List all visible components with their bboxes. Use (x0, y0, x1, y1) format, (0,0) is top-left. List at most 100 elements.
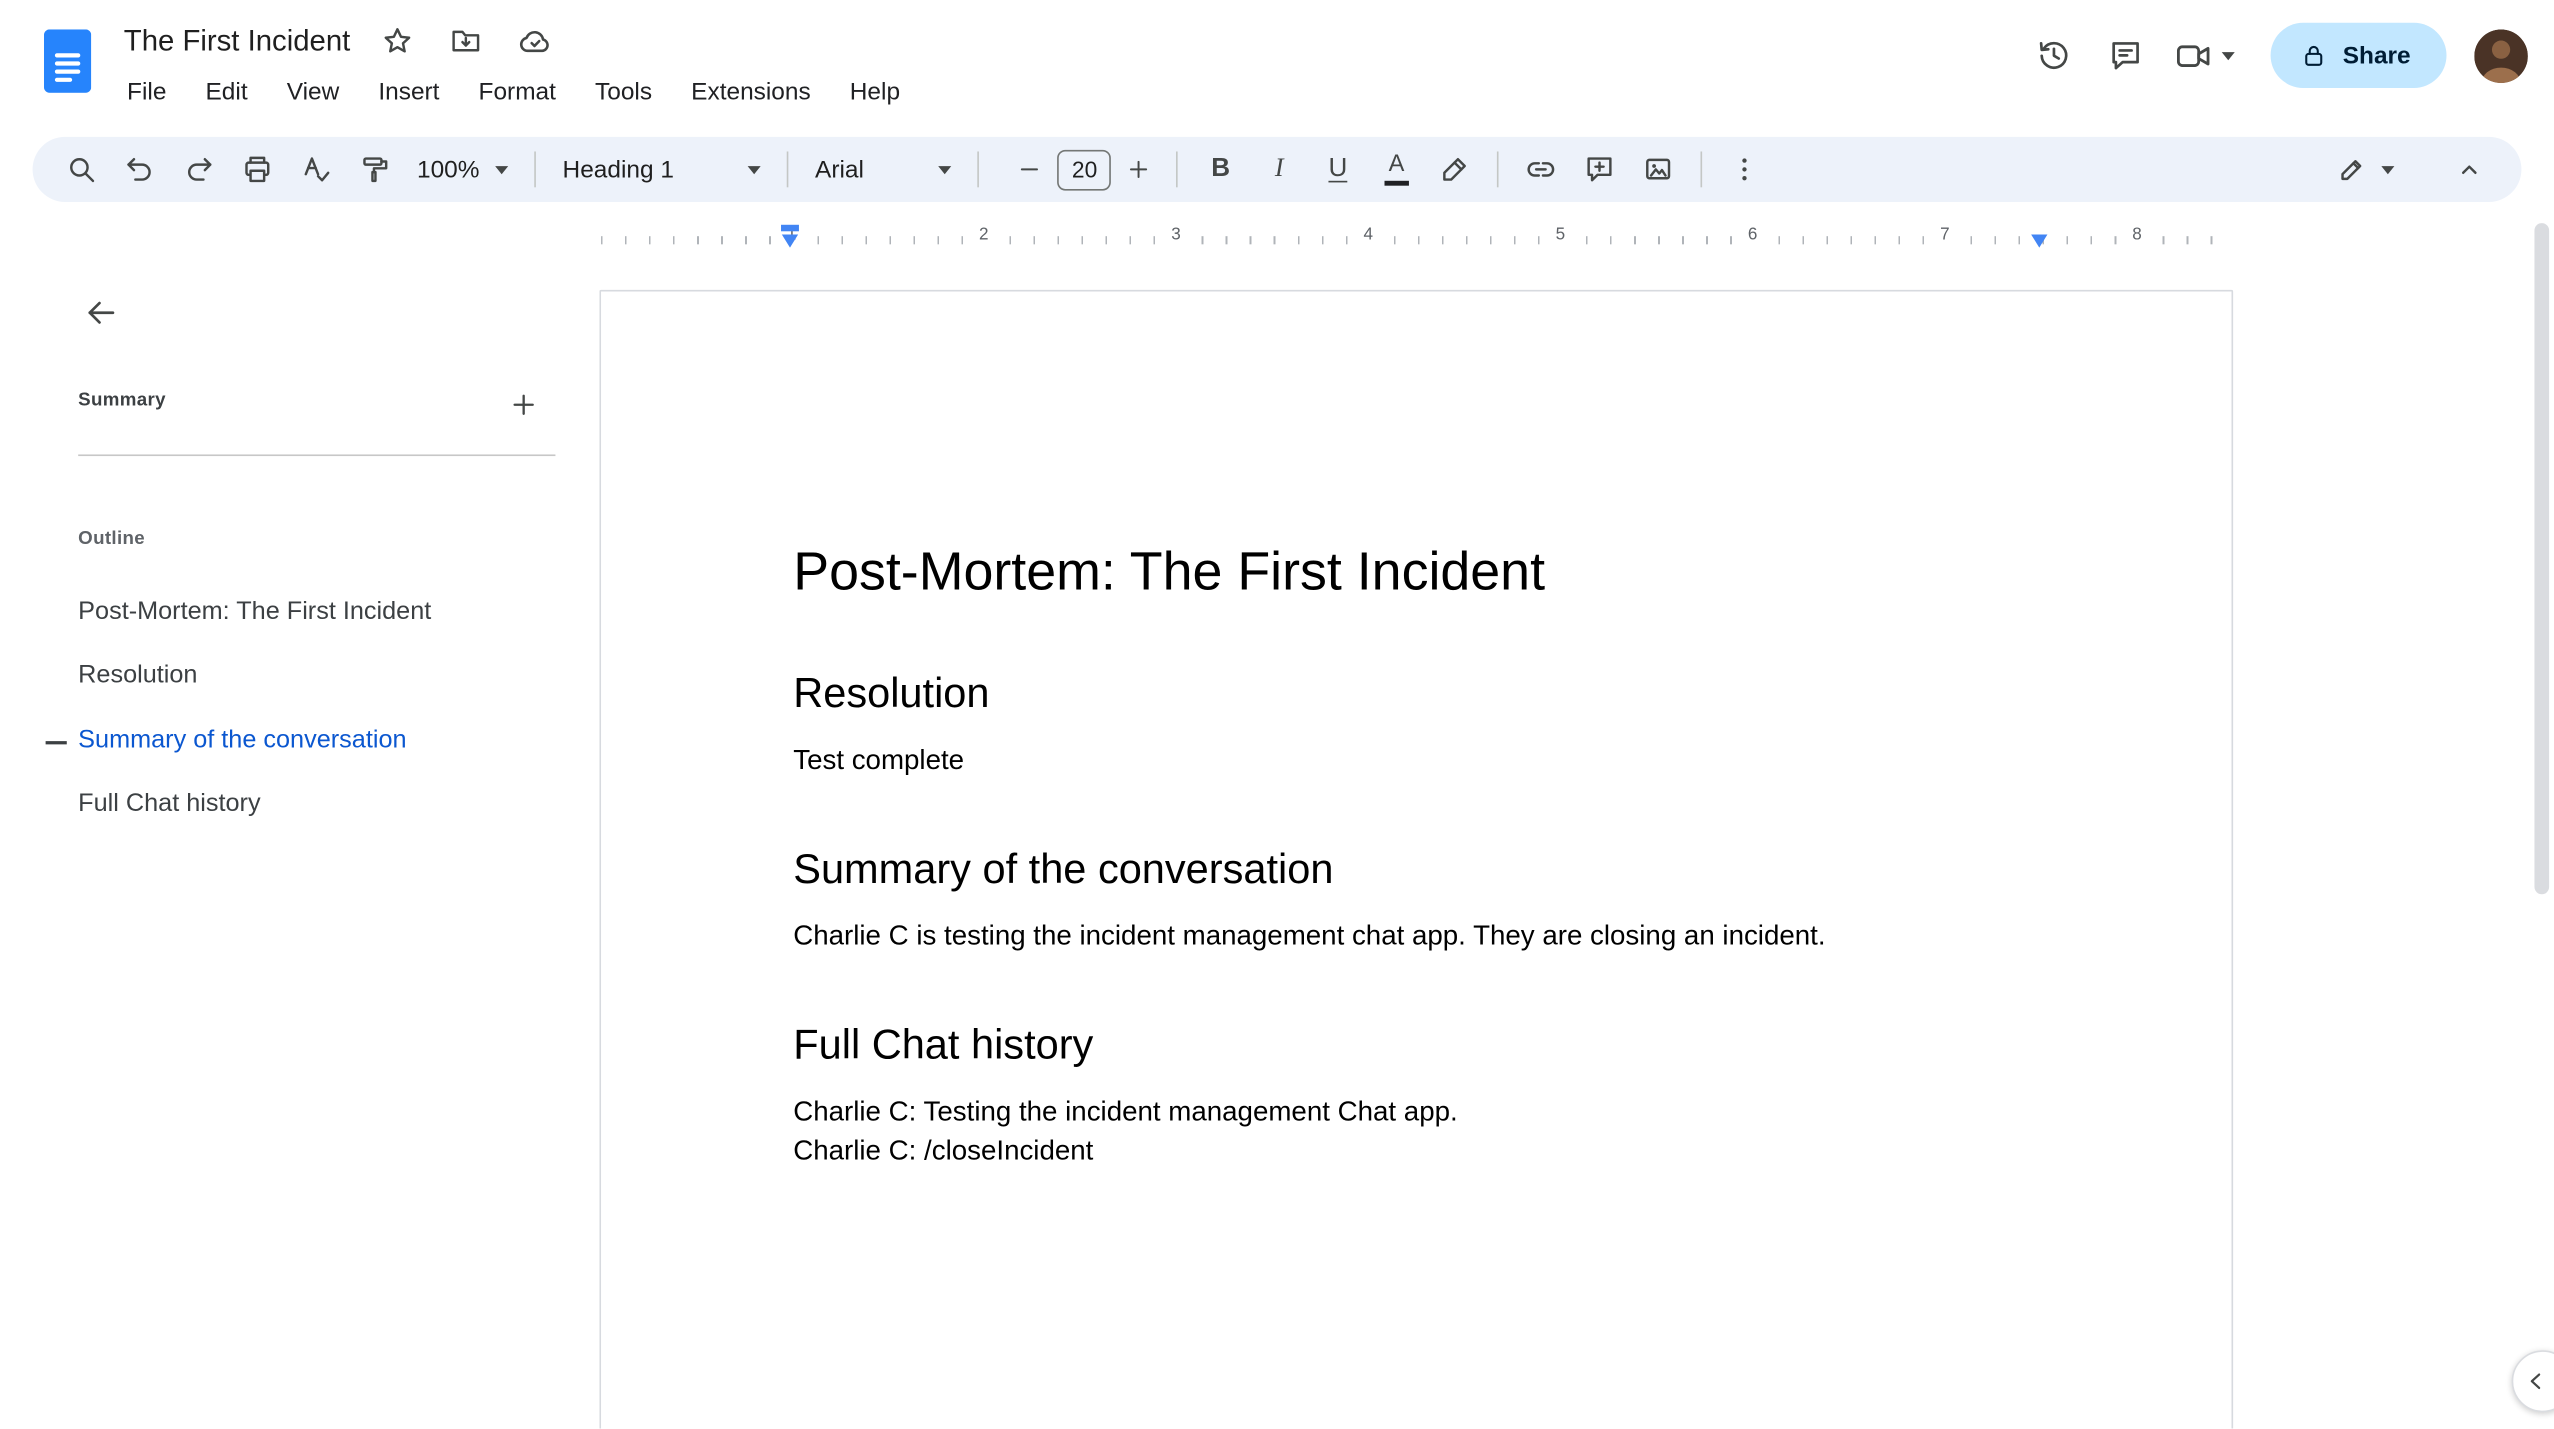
toolbar-divider (977, 151, 980, 188)
menubar: File Edit View Insert Format Tools Exten… (108, 72, 920, 114)
zoom-select[interactable]: 100% (404, 143, 522, 195)
collapse-menus-icon[interactable] (2440, 143, 2499, 195)
doc-paragraph[interactable]: Test complete (793, 741, 2039, 780)
version-history-icon[interactable] (2019, 23, 2091, 88)
current-section-marker (45, 740, 67, 744)
document-page[interactable]: Post-Mortem: The First Incident Resoluti… (599, 289, 2234, 1429)
outline-item-active[interactable]: Summary of the conversation (45, 709, 567, 773)
spellcheck-icon[interactable] (287, 143, 346, 195)
move-folder-icon[interactable] (445, 20, 487, 62)
ruler-number: 7 (1935, 223, 1955, 248)
paint-format-icon[interactable] (345, 143, 404, 195)
topbar: The First Incident File Edit View Insert… (0, 0, 2554, 137)
cloud-saved-icon[interactable] (513, 20, 555, 62)
menu-file[interactable]: File (108, 72, 186, 114)
document-title[interactable]: The First Incident (124, 24, 351, 58)
chevron-down-icon (938, 165, 952, 174)
menu-insert[interactable]: Insert (359, 72, 459, 114)
sidebar-divider (78, 454, 556, 457)
left-indent-marker[interactable] (781, 234, 799, 248)
font-family-value: Arial (815, 155, 864, 184)
doc-paragraph[interactable]: Charlie C is testing the incident manage… (793, 917, 2039, 956)
header-actions: Share (2019, 20, 2528, 92)
search-menus-icon[interactable] (52, 143, 111, 195)
toolbar-divider (787, 151, 789, 188)
doc-section-heading[interactable]: Full Chat history (793, 1021, 2039, 1070)
font-family-select[interactable]: Arial (802, 143, 965, 195)
doc-paragraph[interactable]: Charlie C: /closeIncident (793, 1132, 2039, 1171)
video-call-icon (2177, 44, 2210, 67)
chevron-down-icon (748, 165, 762, 174)
ruler-number: 8 (2127, 223, 2147, 248)
doc-paragraph[interactable]: Charlie C: Testing the incident manageme… (793, 1093, 2039, 1132)
underline-icon[interactable]: U (1309, 143, 1368, 195)
chevron-down-icon (2222, 51, 2236, 60)
outline-section-label: Outline (78, 529, 145, 549)
menu-help[interactable]: Help (830, 72, 919, 114)
doc-title-heading[interactable]: Post-Mortem: The First Incident (793, 539, 2039, 604)
toolbar-divider (1497, 151, 1500, 188)
doc-section-heading[interactable]: Summary of the conversation (793, 845, 2039, 894)
outline-item[interactable]: Post-Mortem: The First Incident (78, 580, 567, 644)
comments-icon[interactable] (2090, 23, 2162, 88)
outline-item[interactable]: Resolution (78, 644, 567, 708)
undo-icon[interactable] (111, 143, 170, 195)
ruler-ticks (601, 236, 2234, 245)
editing-mode-select[interactable] (2326, 143, 2404, 195)
star-icon[interactable] (376, 20, 418, 62)
toolbar-right-group (2326, 143, 2499, 195)
right-indent-marker[interactable] (2031, 234, 2048, 248)
paragraph-style-select[interactable]: Heading 1 (550, 143, 775, 195)
video-call-button[interactable] (2162, 23, 2248, 88)
menu-view[interactable]: View (267, 72, 359, 114)
outline-list: Post-Mortem: The First Incident Resoluti… (45, 580, 567, 837)
text-color-bar (1384, 179, 1409, 186)
text-color-icon[interactable]: A (1367, 143, 1426, 195)
toolbar: 100% Heading 1 Arial 20 B I U A (32, 136, 2522, 202)
print-icon[interactable] (228, 143, 287, 195)
menu-extensions[interactable]: Extensions (672, 72, 831, 114)
outline-item[interactable]: Full Chat history (78, 773, 567, 837)
increase-font-size-button[interactable] (1115, 143, 1164, 195)
insert-image-icon[interactable] (1629, 143, 1688, 195)
decrease-font-size-button[interactable] (1006, 143, 1055, 195)
outline-sidebar: Summary Outline Post-Mortem: The First I… (0, 260, 600, 1429)
menu-tools[interactable]: Tools (575, 72, 671, 114)
bold-icon[interactable]: B (1191, 143, 1250, 195)
paragraph-style-value: Heading 1 (562, 155, 674, 184)
toolbar-divider (534, 151, 537, 188)
docs-logo[interactable] (43, 29, 92, 93)
insert-link-icon[interactable] (1512, 143, 1571, 195)
google-docs-app: The First Incident File Edit View Insert… (0, 0, 2554, 1429)
highlight-color-icon[interactable] (1426, 143, 1485, 195)
horizontal-ruler[interactable]: 1 2 3 4 5 6 7 8 (0, 215, 2554, 261)
menu-edit[interactable]: Edit (186, 72, 267, 114)
italic-icon[interactable]: I (1250, 143, 1309, 195)
share-button[interactable]: Share (2271, 22, 2447, 88)
redo-icon[interactable] (169, 143, 228, 195)
add-comment-icon[interactable] (1571, 143, 1630, 195)
vertical-scrollbar[interactable] (2534, 223, 2550, 895)
more-options-icon[interactable] (1716, 143, 1775, 195)
toolbar-divider (1701, 151, 1703, 188)
ruler-number: 3 (1166, 223, 1186, 248)
title-row: The First Incident (124, 20, 556, 62)
share-label: Share (2342, 41, 2411, 70)
avatar[interactable] (2474, 28, 2528, 83)
back-arrow-icon[interactable] (68, 280, 133, 345)
ruler-number: 6 (1742, 223, 1763, 248)
toolbar-divider (1176, 151, 1179, 188)
menu-format[interactable]: Format (459, 72, 575, 114)
first-line-indent-marker[interactable] (781, 224, 799, 232)
ruler-number: 5 (1550, 223, 1571, 248)
lock-icon (2305, 45, 2323, 66)
font-size-input[interactable]: 20 (1057, 149, 1112, 190)
chevron-down-icon (2381, 165, 2395, 174)
ruler-number: 2 (974, 223, 994, 248)
add-summary-icon[interactable] (490, 371, 555, 436)
doc-section-heading[interactable]: Resolution (793, 669, 2039, 718)
ruler-number: 4 (1358, 223, 1378, 248)
edit-mode-pencil-icon (2341, 160, 2362, 181)
summary-section-label: Summary (78, 390, 166, 411)
chevron-left-icon (2530, 1373, 2541, 1390)
